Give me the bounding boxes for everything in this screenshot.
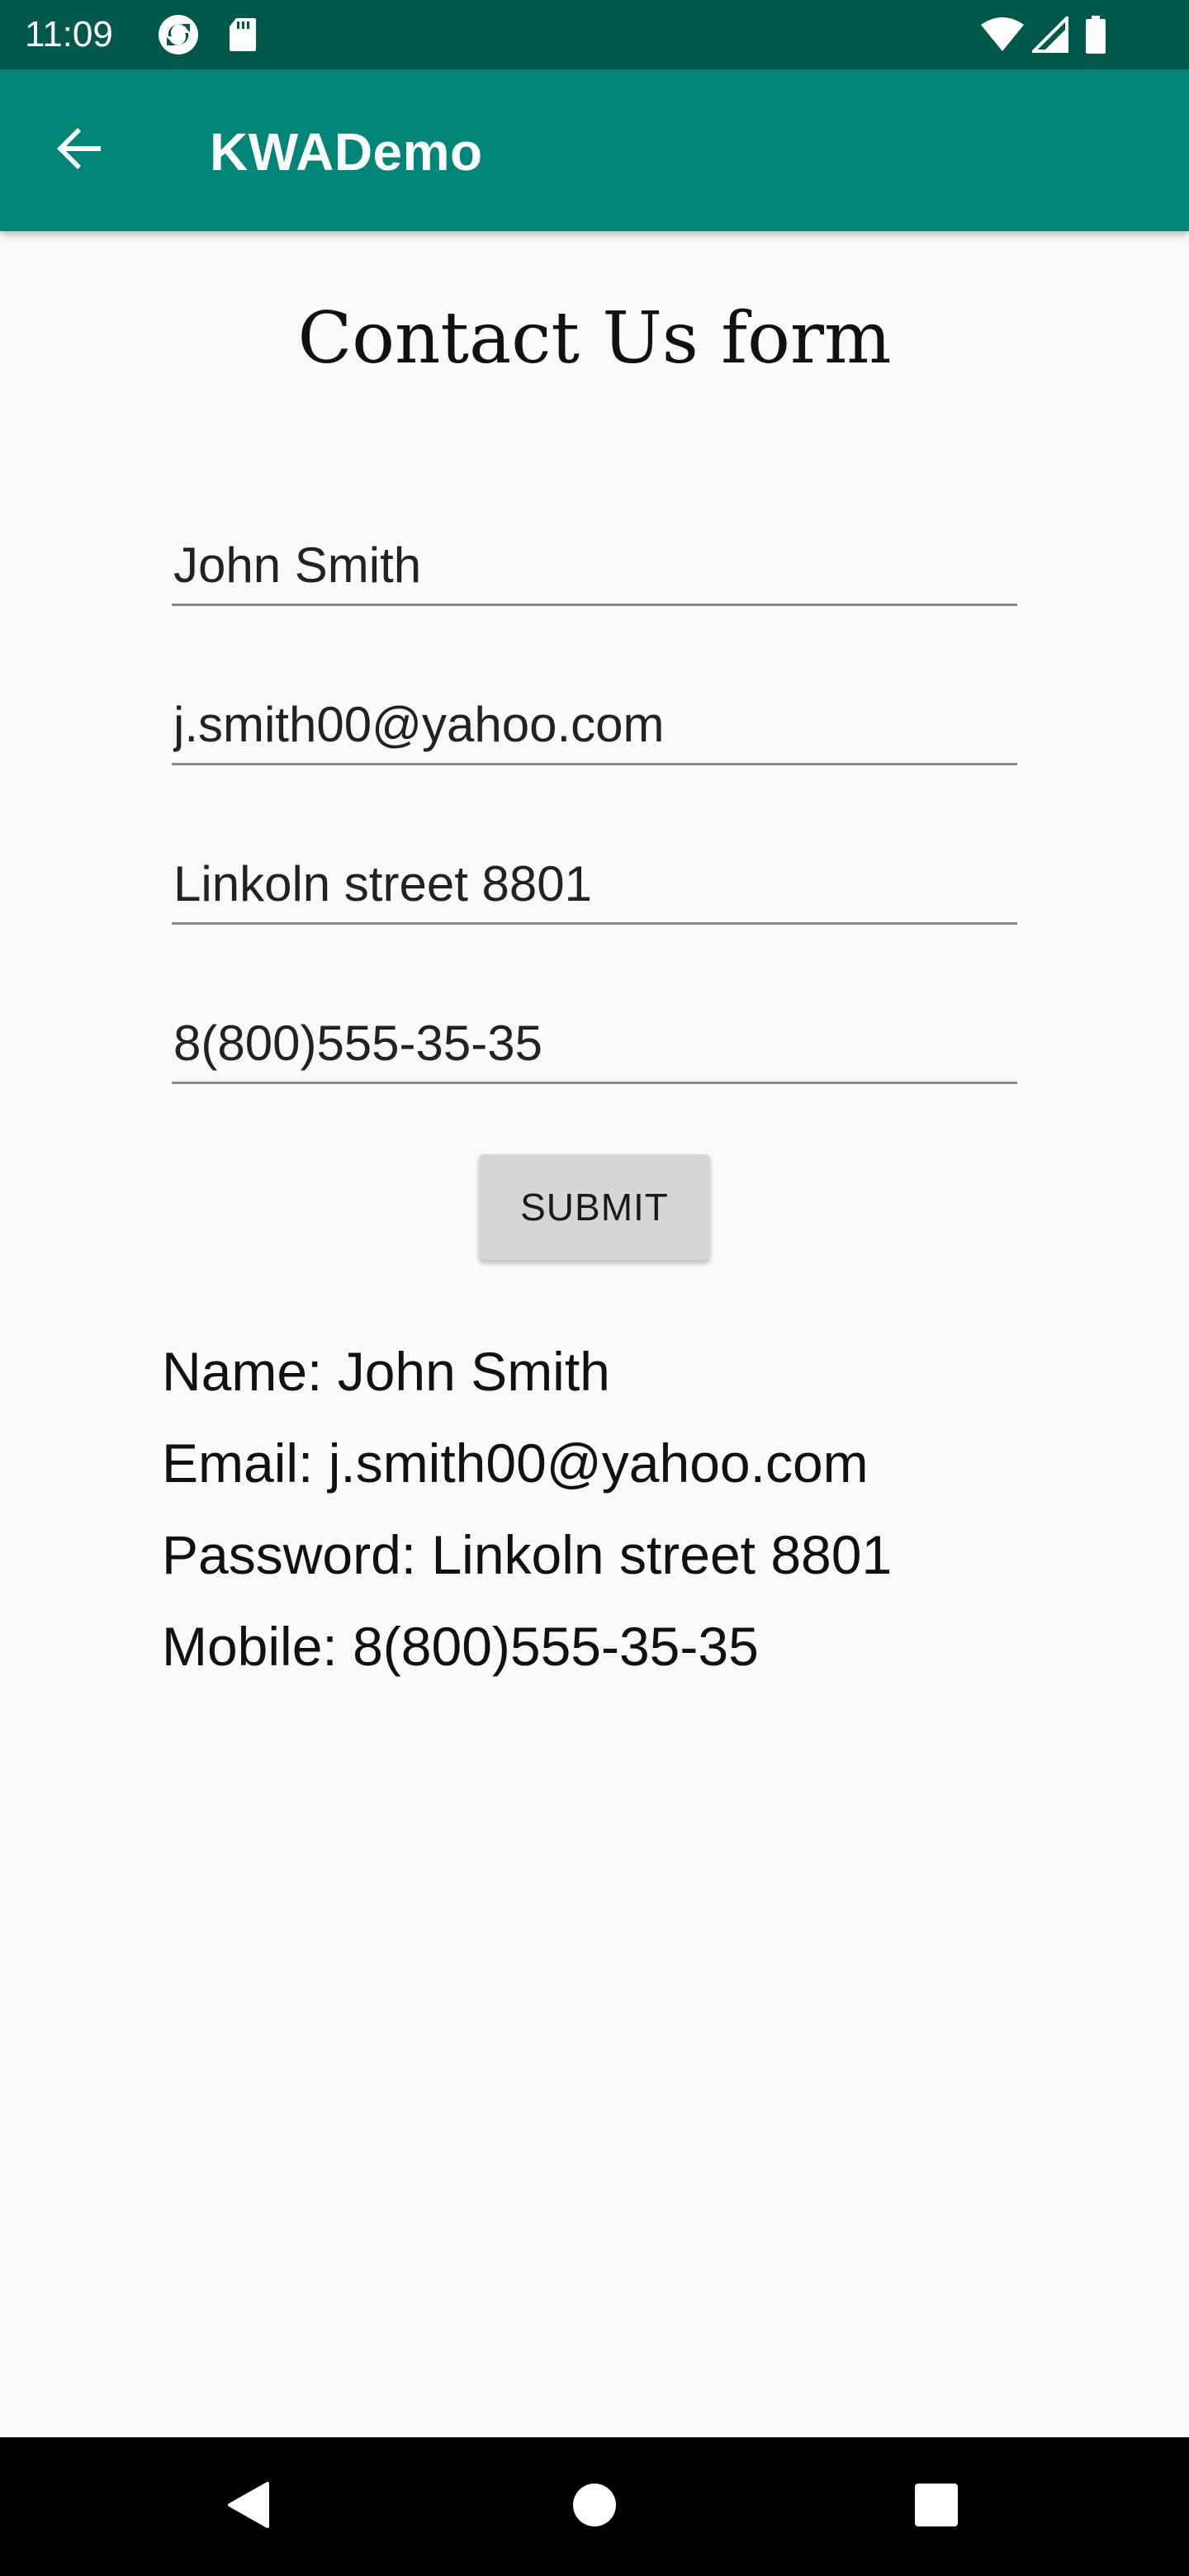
result-name: Name: John Smith [162, 1341, 610, 1402]
name-input[interactable] [172, 534, 1017, 597]
sd-card-icon [225, 12, 261, 58]
app-bar: KWADemo [0, 69, 1189, 231]
email-field [172, 673, 1017, 765]
navigation-bar [0, 2437, 1189, 2576]
email-input[interactable] [172, 694, 1017, 756]
screen: 11:09 KWADemo Contact Us form John Smith… [0, 0, 1189, 2576]
nav-back-button[interactable] [198, 2457, 297, 2556]
back-triangle-icon [225, 2480, 271, 2534]
page-title: Contact Us form [297, 297, 892, 380]
sync-icon [155, 12, 201, 58]
submit-button[interactable]: SUBMIT [479, 1154, 710, 1260]
nav-recents-button[interactable] [887, 2457, 986, 2556]
arrow-back-icon [53, 122, 106, 179]
recents-square-icon [914, 2483, 959, 2531]
result-password: Password: Linkoln street 8801 [162, 1524, 893, 1585]
home-circle-icon [571, 2482, 618, 2532]
status-time: 11:09 [25, 14, 113, 54]
address-input[interactable] [172, 853, 1017, 916]
back-button[interactable] [33, 104, 126, 197]
result-email: Email: j.smith00@yahoo.com [162, 1432, 869, 1494]
mobile-field [172, 992, 1017, 1084]
status-bar: 11:09 [0, 0, 1189, 69]
name-field [172, 514, 1017, 606]
result-mobile: Mobile: 8(800)555-35-35 [162, 1616, 759, 1677]
wifi-icon [979, 12, 1026, 58]
cell-signal-icon [1030, 12, 1070, 58]
mobile-input[interactable] [172, 1012, 1017, 1075]
app-title: KWADemo [210, 122, 483, 182]
result-block: Name: John Smith Email: j.smith00@yahoo.… [162, 1326, 1153, 1693]
address-field [172, 832, 1017, 925]
nav-home-button[interactable] [545, 2457, 644, 2556]
battery-icon [1083, 12, 1108, 58]
